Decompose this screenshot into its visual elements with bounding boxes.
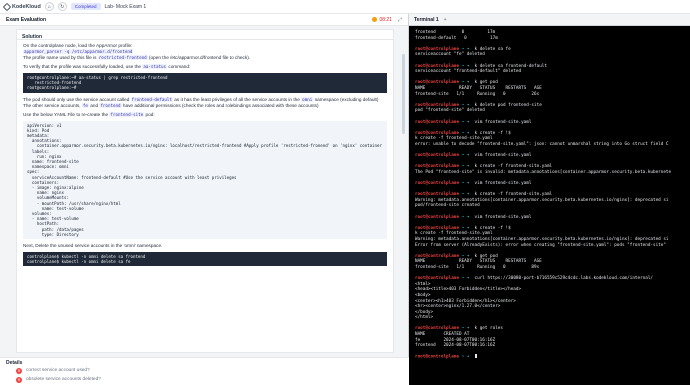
terminal-output-line: error: unable to decode "frontend-site.y…	[415, 141, 669, 147]
delete-sa-code-block: controlplane$ kubectl -n omni delete sa …	[23, 252, 387, 267]
command-text: vim frontend-site.yaml	[474, 119, 532, 125]
tab-terminal-1[interactable]: Terminal 1	[414, 17, 439, 23]
terminal-panel: Terminal 1 + frontend 0 17m frontend-defa…	[409, 14, 690, 385]
brand-name: KodeKloud	[12, 3, 41, 10]
prompt-separator: ~ ➜	[458, 253, 475, 259]
command-text: k create -f frontend-site.yaml	[474, 164, 553, 170]
left-panel-header: Exam Evaluation 08:21 ⤢	[0, 14, 408, 26]
prompt-separator: ~ ➜	[458, 181, 475, 187]
brand-logo[interactable]: KodeKloud	[2, 2, 41, 11]
solution-title: Solution	[17, 30, 393, 40]
prompt-user: root@controlplane	[415, 276, 459, 282]
exam-timer: 08:21 ⤢	[372, 17, 402, 23]
expand-icon[interactable]: ⤢	[398, 17, 402, 23]
terminal-output-line: Warning: metadata.annotations[container.…	[415, 236, 669, 242]
check-item: ✕ obsolete service accounts deleted?	[16, 376, 101, 383]
command-text: vim frontend-site.yaml	[474, 153, 532, 159]
prompt-separator: ~ ➜	[458, 164, 475, 170]
prompt-user: root@controlplane	[415, 102, 459, 108]
terminal-command-line: root@controlplane ~ ➜ curl https://30080…	[415, 276, 684, 282]
timer-value: 08:21	[379, 16, 392, 23]
terminal-cursor	[474, 354, 478, 359]
home-icon[interactable]: ⌂	[44, 2, 54, 11]
tab-exam-evaluation[interactable]: Exam Evaluation	[6, 17, 46, 23]
refresh-icon[interactable]: ↻	[57, 2, 67, 11]
solution-step-1: On the controlplane node, load the AppAr…	[23, 43, 251, 60]
prompt-separator: ~ ➜	[458, 119, 475, 125]
command-text: k create -f frontend-site.yaml	[474, 192, 553, 198]
details-checks: ✕ correct service account used? ✕ obsole…	[0, 366, 409, 384]
command-text: k get pod	[474, 253, 498, 259]
solution-step-yaml: Use the below YAML File to re-create the…	[23, 111, 155, 117]
prompt-user: root@controlplane	[415, 63, 459, 69]
terminal-output-line: The Pod "frontend-site" is invalid: meta…	[415, 169, 672, 175]
app-window: KodeKloud ⌂ ↻ Completed Lab- Mock Exam 1…	[0, 0, 690, 385]
solution-step-sa: The pod should only use the service acco…	[23, 96, 379, 108]
left-scrollbar[interactable]	[402, 54, 405, 134]
prompt-user: root@controlplane	[415, 130, 459, 136]
prompt-user: root@controlplane	[415, 153, 459, 159]
solution-body: On the controlplane node, load the AppAr…	[17, 40, 393, 273]
timer-icon	[372, 17, 378, 22]
command-text: k create -f !$	[474, 130, 511, 136]
prompt-separator: ~ ➜	[458, 276, 475, 282]
apparmor-command: apparmor_parser -q /etc/apparmor.d/front…	[23, 49, 134, 54]
command-text: k get pod	[474, 80, 498, 86]
add-terminal-icon[interactable]: +	[444, 17, 447, 23]
prompt-user: root@controlplane	[415, 164, 459, 170]
prompt-separator: ~ ➜	[458, 102, 475, 108]
terminal-output-line: Error from server (AlreadyExists): error…	[415, 242, 666, 248]
prompt-separator: ~ ➜	[458, 354, 475, 360]
terminal-command-line: root@controlplane ~ ➜	[415, 354, 684, 360]
prompt-user: root@controlplane	[415, 214, 459, 220]
command-text: vim frontend-site.yaml	[474, 214, 532, 220]
prompt-user: root@controlplane	[415, 326, 459, 332]
prompt-user: root@controlplane	[415, 253, 459, 259]
prompt-user: root@controlplane	[415, 192, 459, 198]
aa-status-code-block: root@controlplane:~# aa-status | grep re…	[23, 73, 387, 93]
command-text: vim frontend-site.yaml	[474, 181, 532, 187]
fail-icon: ✕	[16, 376, 22, 383]
check-item: ✕ correct service account used?	[16, 367, 90, 374]
solution-step-verify: To verify that the profile was successfu…	[23, 64, 191, 69]
command-text: k delete sa frontend-default	[474, 63, 547, 69]
command-text: k get roles	[474, 326, 503, 332]
prompt-separator: ~ ➜	[458, 214, 475, 220]
prompt-separator: ~ ➜	[458, 326, 475, 332]
terminal-tabs: Terminal 1 +	[409, 14, 690, 26]
pod-yaml-code-block: apiVersion: v1 kind: Pod metadata: annot…	[23, 120, 387, 240]
fail-icon: ✕	[16, 367, 22, 374]
prompt-separator: ~ ➜	[458, 63, 475, 69]
prompt-separator: ~ ➜	[458, 153, 475, 159]
prompt-user: root@controlplane	[415, 181, 459, 187]
solution-card: Solution On the controlplane node, load …	[16, 29, 394, 353]
prompt-user: root@controlplane	[415, 80, 459, 86]
command-text: k delete pod frontend-site	[474, 102, 542, 108]
top-bar: KodeKloud ⌂ ↻ Completed Lab- Mock Exam 1	[0, 0, 690, 14]
prompt-user: root@controlplane	[415, 119, 459, 125]
kodekloud-logo-icon	[2, 2, 12, 11]
prompt-user: root@controlplane	[415, 354, 459, 360]
solution-step-delete: Next, Delete the unused service accounts…	[23, 243, 163, 249]
prompt-separator: ~ ➜	[458, 130, 475, 136]
prompt-separator: ~ ➜	[458, 192, 475, 198]
lab-title: Lab- Mock Exam 1	[104, 3, 147, 10]
prompt-separator: ~ ➜	[458, 80, 475, 86]
terminal-output[interactable]: frontend 0 17m frontend-default 0 17m roo…	[409, 26, 690, 385]
status-badge: Completed	[70, 3, 101, 10]
command-text: curl https://30080-port-b716559c529c4cdc…	[474, 276, 654, 282]
